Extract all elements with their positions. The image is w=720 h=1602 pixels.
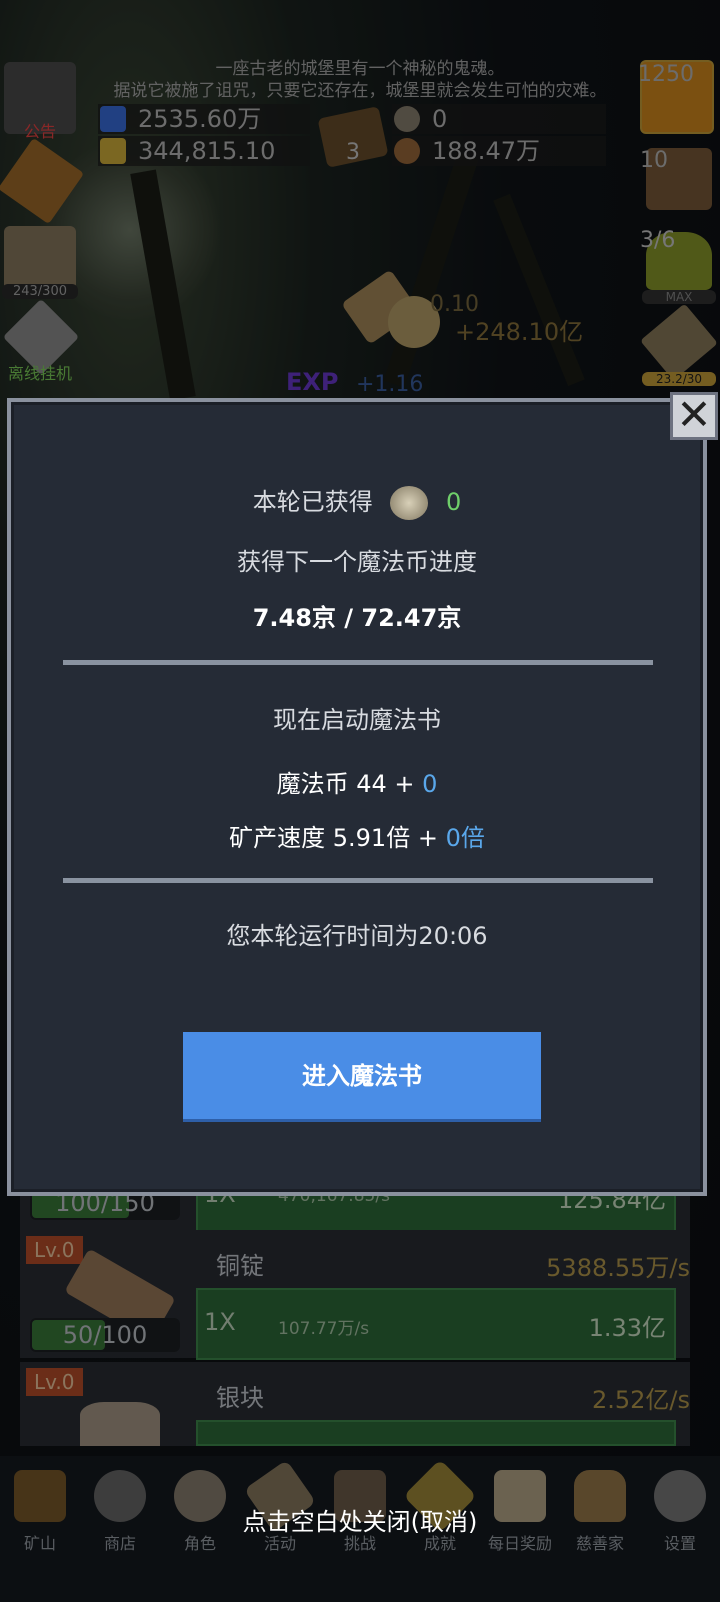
earned-value: 0 (446, 488, 462, 516)
progress-value: 7.48京 / 72.47京 (252, 604, 462, 632)
enter-magic-book-button[interactable]: 进入魔法书 (183, 1032, 541, 1122)
magic-coin-line: 魔法币 44 + 0 (11, 764, 703, 799)
close-icon[interactable]: ✕ (670, 392, 718, 440)
speed-add: 0倍 (445, 824, 485, 852)
speed-line: 矿产速度 5.91倍 + 0倍 (11, 818, 703, 853)
earned-label: 本轮已获得 (252, 488, 373, 516)
runtime-text: 您本轮运行时间为20:06 (226, 922, 488, 950)
divider (63, 878, 653, 883)
magic-coin-icon (390, 486, 429, 520)
speed-label: 矿产速度 5.91倍 + (229, 824, 446, 852)
progress-label: 获得下一个魔法币进度 (237, 548, 477, 576)
magic-coin-add: 0 (422, 770, 438, 798)
magic-coin-label: 魔法币 44 + (276, 770, 423, 798)
divider (63, 660, 653, 665)
earned-line: 本轮已获得 0 (11, 484, 703, 520)
tap-to-close-tip[interactable]: 点击空白处关闭(取消) (0, 1502, 720, 1537)
start-label: 现在启动魔法书 (273, 706, 441, 734)
magic-book-dialog: 本轮已获得 0 获得下一个魔法币进度 7.48京 / 72.47京 现在启动魔法… (7, 398, 707, 1196)
